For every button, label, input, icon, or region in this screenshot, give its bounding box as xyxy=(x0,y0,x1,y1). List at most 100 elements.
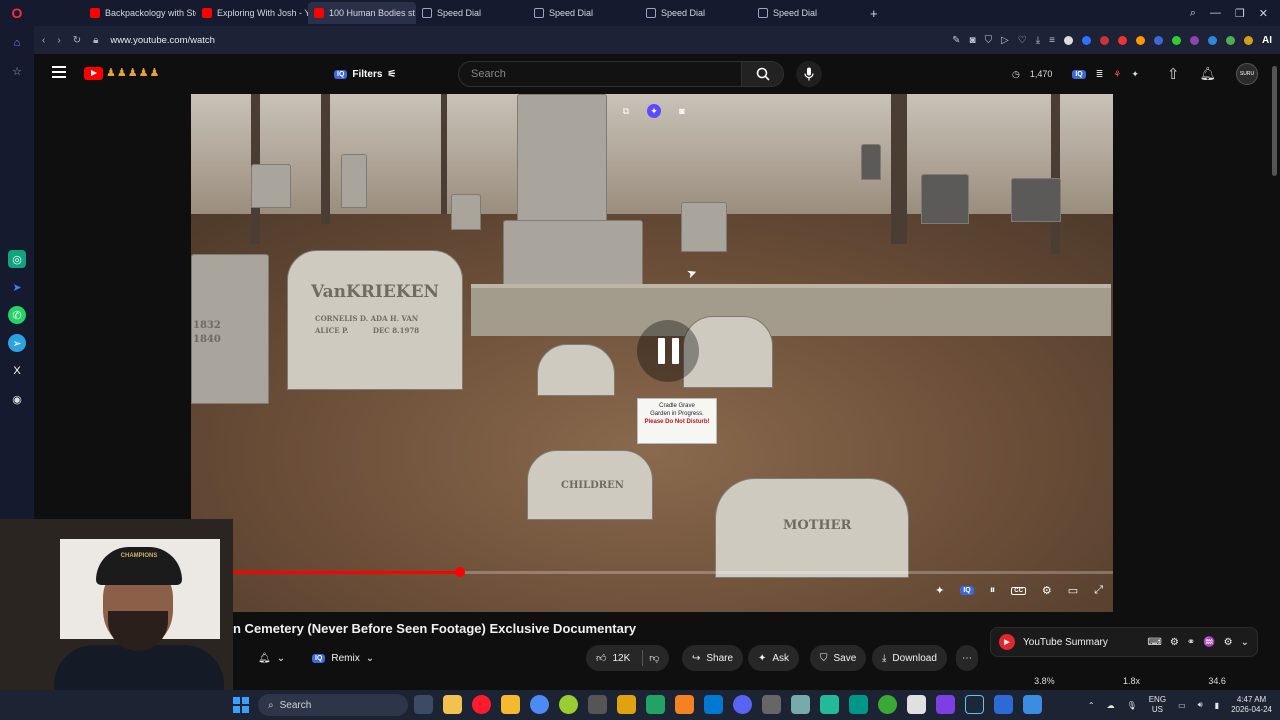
app-icon[interactable] xyxy=(820,695,839,714)
glasses-icon[interactable]: ⚭ xyxy=(1187,637,1195,648)
url-field[interactable]: www.youtube.com/watch xyxy=(110,35,215,46)
app-icon[interactable] xyxy=(588,695,607,714)
app-icon[interactable] xyxy=(936,695,955,714)
sparkle-icon[interactable]: ✦ xyxy=(1131,69,1139,80)
app-icon[interactable] xyxy=(762,695,781,714)
avatar[interactable]: SURU xyxy=(1236,63,1258,85)
sparkle-icon[interactable]: ✦ xyxy=(935,584,944,597)
chrome-icon[interactable] xyxy=(530,695,549,714)
save-button[interactable]: ⛉ Save xyxy=(810,645,867,671)
voice-search-button[interactable] xyxy=(796,61,822,87)
extension-icon[interactable] xyxy=(1154,35,1163,45)
search-input[interactable]: Search xyxy=(458,61,742,87)
ai-sparkle-icon[interactable]: ✦ xyxy=(647,104,661,118)
language-indicator[interactable]: ENG US xyxy=(1149,695,1166,715)
download-icon[interactable]: ⤓ xyxy=(1036,35,1040,46)
settings-gear-icon[interactable]: ⚙ xyxy=(1042,584,1052,597)
captions-icon[interactable]: CC xyxy=(1011,586,1026,595)
edit-icon[interactable]: ✎ xyxy=(952,35,960,46)
app-icon[interactable] xyxy=(617,695,636,714)
upload-icon[interactable]: ⇧ xyxy=(1167,65,1180,83)
microphone-icon[interactable]: 🎙︎ xyxy=(1127,701,1137,710)
filters-button[interactable]: IQ Filters ⚟ xyxy=(334,65,396,83)
opera-icon[interactable] xyxy=(472,695,491,714)
rss-icon[interactable] xyxy=(1136,35,1145,45)
list-icon[interactable]: ≣ xyxy=(1096,69,1104,80)
maximize-icon[interactable]: ❐ xyxy=(1235,7,1245,20)
steam-icon[interactable] xyxy=(965,695,984,714)
theater-mode-icon[interactable]: ▭ xyxy=(1068,584,1078,597)
pip-icon[interactable]: ⧉ xyxy=(619,104,633,118)
transcript-icon[interactable]: ⌨ xyxy=(1147,637,1161,648)
browser-tab[interactable]: Speed Dial xyxy=(752,2,864,24)
youtube-summary-panel[interactable]: ▶ YouTube Summary ⌨ ⚙ ⚭ ♒ ⚙ ⌄ xyxy=(990,627,1258,657)
vlc-icon[interactable] xyxy=(675,695,694,714)
forward-icon[interactable]: › xyxy=(57,35,60,46)
clock[interactable]: 4:47 AM 2026-04-24 xyxy=(1231,695,1272,715)
battery-icon[interactable]: ▮ xyxy=(1215,701,1219,710)
heart-icon[interactable]: ♡ xyxy=(1018,35,1027,46)
notifications-bell-icon[interactable]: 🔔︎ xyxy=(1199,66,1216,82)
extension-icon[interactable] xyxy=(1082,35,1091,45)
pause-overlay-button[interactable] xyxy=(637,320,699,382)
video-player[interactable]: 1832 1840 VanKRIEKEN CORNELIS D. ADA H. … xyxy=(191,94,1113,612)
app-icon[interactable] xyxy=(878,695,897,714)
browser-tab[interactable]: Speed Dial xyxy=(640,2,752,24)
extension-icon[interactable] xyxy=(1190,35,1199,45)
notification-bell-button[interactable]: 🔔︎ ⌄ xyxy=(254,645,289,671)
extension-icon[interactable] xyxy=(1064,35,1073,45)
pause-icon[interactable]: ⏸ xyxy=(990,584,996,597)
tab-search-icon[interactable]: ⌕ xyxy=(1190,7,1196,20)
shield-icon[interactable]: ⛉ xyxy=(985,35,993,46)
page-scrollbar[interactable] xyxy=(1272,66,1277,176)
extension-icon[interactable] xyxy=(1118,35,1127,45)
app-icon[interactable] xyxy=(704,695,723,714)
extension-icon[interactable] xyxy=(1208,35,1217,45)
app-icon[interactable] xyxy=(501,695,520,714)
messenger-icon[interactable]: ➤ xyxy=(8,278,26,296)
youtube-doodle-icon[interactable]: ♟♟♟♟♟ xyxy=(106,66,160,79)
share-button[interactable]: ↪ Share xyxy=(682,645,744,671)
minimize-icon[interactable]: — xyxy=(1210,7,1221,19)
more-options-button[interactable]: ⋯ xyxy=(956,645,978,671)
chevron-up-icon[interactable]: ⌃ xyxy=(1088,701,1095,710)
play-icon[interactable]: ▷ xyxy=(1001,35,1009,46)
discord-icon[interactable] xyxy=(733,695,752,714)
pinboard-icon[interactable]: ☆ xyxy=(8,62,26,80)
back-icon[interactable]: ‹ xyxy=(42,35,45,46)
chatgpt-icon[interactable]: ⚙ xyxy=(1170,637,1179,648)
browser-tab[interactable]: Speed Dial xyxy=(528,2,640,24)
home-icon[interactable]: ⌂ xyxy=(8,34,26,52)
fullscreen-icon[interactable]: ⤢ xyxy=(1094,584,1103,597)
youtube-logo-icon[interactable] xyxy=(84,67,103,80)
hamburger-menu-icon[interactable] xyxy=(52,66,66,78)
audio-wave-icon[interactable]: ♒ xyxy=(1203,637,1215,648)
network-icon[interactable]: ▭ xyxy=(1178,701,1186,710)
opera-logo-icon[interactable]: O xyxy=(0,0,34,26)
ai-button[interactable]: AI xyxy=(1262,35,1272,46)
iq-badge[interactable]: IQ xyxy=(960,586,974,595)
extension-icon[interactable]: ⚘ xyxy=(1113,69,1121,80)
extension-icon[interactable] xyxy=(1226,35,1235,45)
file-explorer-icon[interactable] xyxy=(443,695,462,714)
reload-icon[interactable]: ↻ xyxy=(73,35,81,46)
extension-icon[interactable] xyxy=(1244,35,1253,45)
app-icon[interactable] xyxy=(646,695,665,714)
x-icon[interactable]: X xyxy=(8,362,26,380)
app-icon[interactable] xyxy=(849,695,868,714)
volume-icon[interactable]: 🔊︎ xyxy=(1198,700,1203,710)
cloud-icon[interactable]: ☁ xyxy=(1107,701,1115,710)
taskbar-search[interactable]: ⌕ Search xyxy=(258,694,408,716)
music-icon[interactable]: ◉ xyxy=(8,390,26,408)
thumbs-down-icon[interactable]: 👎︎ xyxy=(649,652,659,664)
camera-icon[interactable]: ◙ xyxy=(675,104,689,118)
search-button[interactable] xyxy=(742,61,784,87)
app-icon[interactable] xyxy=(1023,695,1042,714)
like-button[interactable]: 👍︎ 12K 👎︎ xyxy=(586,645,670,671)
telegram-icon[interactable]: ➢ xyxy=(8,334,26,352)
new-tab-button[interactable]: + xyxy=(864,2,886,24)
whatsapp-icon[interactable]: ✆ xyxy=(8,306,26,324)
download-button[interactable]: ⤓ Download xyxy=(872,645,947,671)
settings-gear-icon[interactable]: ⚙ xyxy=(1224,637,1233,648)
remix-button[interactable]: IQ Remix ⌄ xyxy=(302,645,384,671)
